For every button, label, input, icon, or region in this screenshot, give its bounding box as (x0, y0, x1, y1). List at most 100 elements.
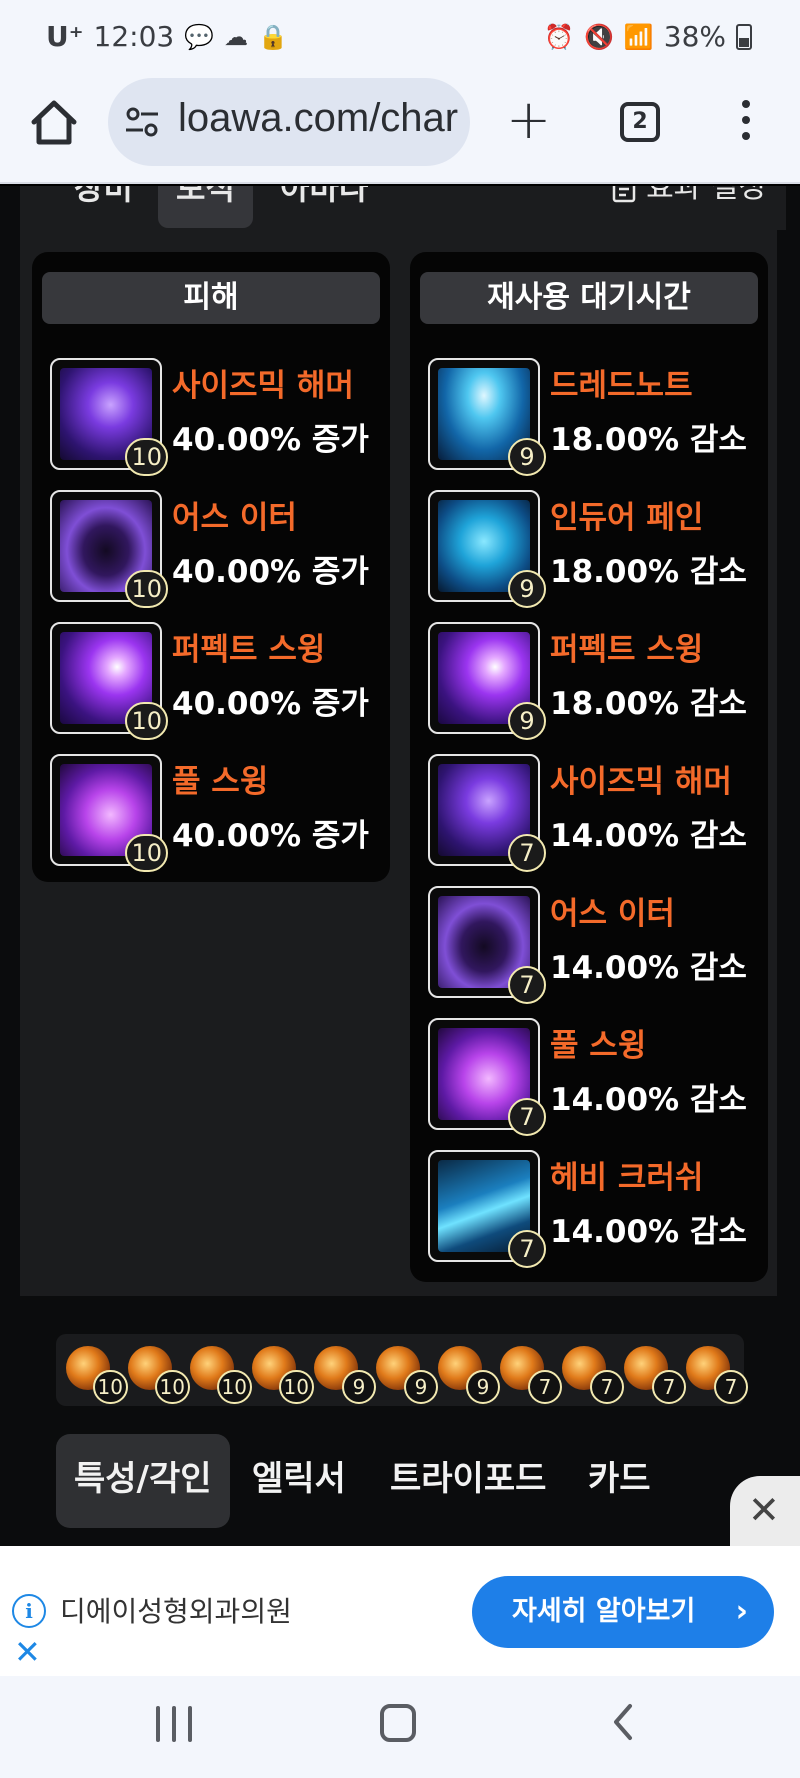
gem-skill-name: 헤비 크러쉬 (550, 1160, 704, 1196)
tab-tripod[interactable]: 트라이포드 (372, 1434, 564, 1528)
mini-gem-icon[interactable]: 7 (500, 1346, 562, 1404)
status-left: U⁺ 12:03 💬 ☁ 🔒 (46, 20, 288, 53)
ad-close-icon[interactable]: ✕ (14, 1636, 41, 1668)
clock: 12:03 (93, 20, 175, 53)
gem-effect-value: 18.00% 감소 (550, 554, 747, 590)
gem-item[interactable]: 9 인듀어 페인 18.00% 감소 (428, 490, 758, 608)
recent-apps-icon[interactable] (156, 1706, 192, 1742)
mini-gem-icon[interactable]: 10 (252, 1346, 314, 1404)
gem-item[interactable]: 7 어스 이터 14.00% 감소 (428, 886, 758, 1004)
status-bar: U⁺ 12:03 💬 ☁ 🔒 ⏰ 🔇 📶 38% (0, 0, 800, 74)
tab-switcher-button[interactable]: 2 (620, 102, 660, 142)
perfect-swing-gem-icon[interactable]: 10 (50, 622, 168, 740)
tab-elixir[interactable]: 엘릭서 (234, 1434, 364, 1528)
gem-effect-value: 18.00% 감소 (550, 686, 747, 722)
address-bar[interactable]: loawa.com/char (108, 78, 470, 166)
mini-gem-level: 7 (590, 1370, 624, 1404)
ad-cta-label[interactable]: 자세히 알아보기 (512, 1596, 695, 1627)
battery-percent: 38% (663, 20, 726, 53)
mini-gem-icon[interactable]: 10 (128, 1346, 190, 1404)
mini-gem-level: 10 (154, 1370, 190, 1404)
gem-level-badge: 9 (508, 702, 546, 740)
gem-item[interactable]: 7 헤비 크러쉬 14.00% 감소 (428, 1150, 758, 1268)
ad-banner[interactable]: i ✕ 디에이성형외과의원 자세히 알아보기 › (0, 1546, 800, 1676)
mini-gem-icon[interactable]: 7 (624, 1346, 686, 1404)
site-settings-icon[interactable] (124, 104, 160, 140)
cooldown-gems-panel: 재사용 대기시간 9 드레드노트 18.00% 감소 9 인듀어 페인 18.0… (410, 252, 768, 1282)
more-menu-icon[interactable] (736, 100, 756, 146)
tab-avatar[interactable]: 아바타 (262, 186, 386, 228)
mini-gem-icon[interactable]: 9 (376, 1346, 438, 1404)
document-icon (612, 186, 636, 203)
gem-item[interactable]: 9 퍼펙트 스윙 18.00% 감소 (428, 622, 758, 740)
gem-level-badge: 10 (125, 438, 168, 476)
gem-skill-name: 어스 이터 (172, 500, 297, 536)
gem-effect-value: 40.00% 증가 (172, 818, 369, 854)
gem-skill-name: 풀 스윙 (550, 1028, 647, 1064)
damage-panel-header: 피해 (42, 272, 380, 324)
gem-item[interactable]: 10 어스 이터 40.00% 증가 (50, 490, 380, 608)
mini-gem-icon[interactable]: 10 (66, 1346, 128, 1404)
gem-summary-row: 10 10 10 10 9 9 9 7 7 7 7 (56, 1334, 748, 1406)
mini-gem-level: 7 (528, 1370, 562, 1404)
chevron-right-icon: › (735, 1594, 748, 1629)
mini-gem-level: 10 (278, 1370, 314, 1404)
dreadnought-gem-icon[interactable]: 9 (428, 358, 546, 476)
damage-gems-panel: 피해 10 사이즈믹 해머 40.00% 증가 10 어스 이터 40.00% … (32, 252, 390, 882)
gem-level-badge: 7 (508, 834, 546, 872)
seismic-hammer-gem-icon[interactable]: 10 (50, 358, 168, 476)
seismic-hammer-gem-icon[interactable]: 7 (428, 754, 546, 872)
earth-eater-gem-icon[interactable]: 7 (428, 886, 546, 1004)
effect-setting-label[interactable]: 효과 설정 (646, 186, 766, 216)
perfect-swing-gem-icon[interactable]: 9 (428, 622, 546, 740)
gem-tab-bar: 장비 보석 아바타 효과 설정 (56, 186, 786, 230)
talk-notification-icon: 💬 (184, 22, 215, 51)
gem-level-badge: 9 (508, 570, 546, 608)
ad-advertiser[interactable]: 디에이성형외과의원 (60, 1590, 292, 1630)
gem-skill-name: 사이즈믹 해머 (172, 368, 354, 404)
full-swing-gem-icon[interactable]: 7 (428, 1018, 546, 1136)
gem-item[interactable]: 10 풀 스윙 40.00% 증가 (50, 754, 380, 872)
mini-gem-icon[interactable]: 10 (190, 1346, 252, 1404)
mini-gem-level: 7 (652, 1370, 686, 1404)
gem-effect-value: 14.00% 감소 (550, 818, 747, 854)
mini-gem-icon[interactable]: 9 (438, 1346, 500, 1404)
gem-level-badge: 10 (125, 702, 168, 740)
close-icon[interactable]: ✕ (748, 1490, 780, 1530)
gem-item[interactable]: 7 풀 스윙 14.00% 감소 (428, 1018, 758, 1136)
mini-gem-level: 10 (216, 1370, 252, 1404)
mini-gem-icon[interactable]: 7 (686, 1346, 748, 1404)
url-text[interactable]: loawa.com/char (178, 96, 458, 141)
mini-gem-icon[interactable]: 7 (562, 1346, 624, 1404)
gem-item[interactable]: 10 퍼펙트 스윙 40.00% 증가 (50, 622, 380, 740)
close-ad-button[interactable]: ✕ (730, 1476, 800, 1546)
gem-skill-name: 퍼펙트 스윙 (550, 632, 704, 668)
tab-card[interactable]: 카드 (570, 1434, 669, 1528)
heavy-crush-gem-icon[interactable]: 7 (428, 1150, 546, 1268)
nav-home-icon[interactable] (380, 1704, 416, 1742)
gem-item[interactable]: 9 드레드노트 18.00% 감소 (428, 358, 758, 476)
ad-cta-button[interactable]: 자세히 알아보기 › (472, 1576, 774, 1648)
gem-skill-name: 인듀어 페인 (550, 500, 704, 536)
new-tab-icon[interactable]: + (506, 93, 551, 147)
gem-item[interactable]: 10 사이즈믹 해머 40.00% 증가 (50, 358, 380, 476)
earth-eater-gem-icon[interactable]: 10 (50, 490, 168, 608)
gem-effect-value: 40.00% 증가 (172, 686, 369, 722)
tab-equipment[interactable]: 장비 (56, 186, 151, 228)
system-nav-bar (0, 1676, 800, 1778)
full-swing-gem-icon[interactable]: 10 (50, 754, 168, 872)
back-icon[interactable] (610, 1702, 636, 1742)
ad-info-icon[interactable]: i (12, 1594, 46, 1628)
battery-icon (736, 23, 752, 50)
tab-engravings[interactable]: 특성/각인 (56, 1434, 230, 1528)
gem-skill-name: 퍼펙트 스윙 (172, 632, 326, 668)
tab-gems[interactable]: 보석 (158, 186, 253, 228)
mini-gem-icon[interactable]: 9 (314, 1346, 376, 1404)
gem-level-badge: 7 (508, 1230, 546, 1268)
endure-pain-gem-icon[interactable]: 9 (428, 490, 546, 608)
home-icon[interactable] (28, 96, 80, 148)
mini-gem-level: 9 (466, 1370, 500, 1404)
gem-item[interactable]: 7 사이즈믹 해머 14.00% 감소 (428, 754, 758, 872)
effect-setting-button[interactable]: 효과 설정 (612, 186, 766, 216)
gem-effect-value: 14.00% 감소 (550, 950, 747, 986)
